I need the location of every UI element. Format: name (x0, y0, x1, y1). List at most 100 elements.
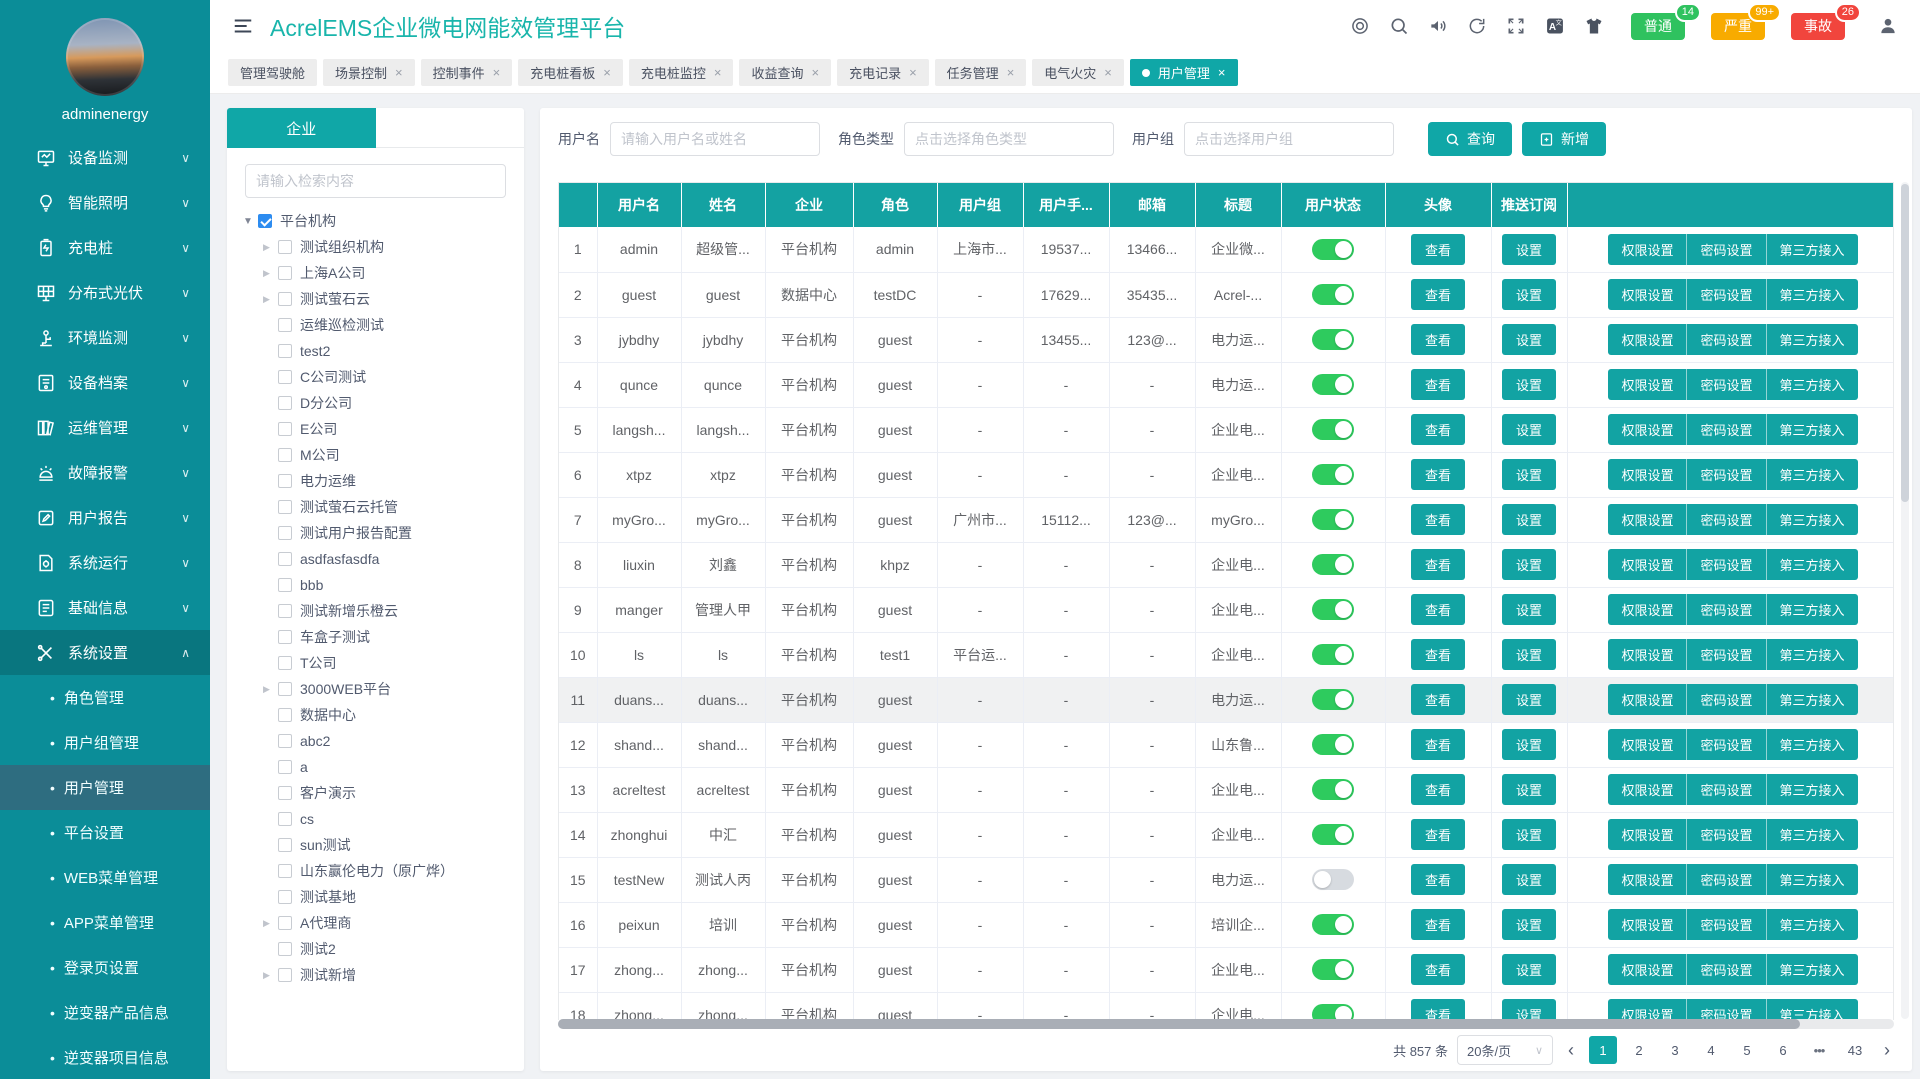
password-settings-button[interactable]: 密码设置 (1687, 954, 1766, 985)
checkbox[interactable] (278, 422, 292, 436)
tree-node-12[interactable]: asdfasfasdfa (263, 546, 524, 572)
checkbox[interactable] (278, 838, 292, 852)
sidebar-item-1[interactable]: 智能照明∨ (0, 180, 210, 225)
password-settings-button[interactable]: 密码设置 (1687, 594, 1766, 625)
permission-settings-button[interactable]: 权限设置 (1608, 414, 1687, 445)
target-icon[interactable] (1350, 16, 1370, 36)
tab-close-icon[interactable]: × (493, 65, 501, 80)
push-settings-button[interactable]: 设置 (1502, 774, 1556, 805)
permission-settings-button[interactable]: 权限设置 (1608, 459, 1687, 490)
tree-node-root[interactable]: ▼ 平台机构 (243, 208, 524, 234)
tab-enterprise[interactable]: 企业 (227, 108, 376, 148)
password-settings-button[interactable]: 密码设置 (1687, 459, 1766, 490)
user-status-toggle[interactable] (1312, 914, 1354, 935)
password-settings-button[interactable]: 密码设置 (1687, 684, 1766, 715)
checkbox[interactable] (278, 578, 292, 592)
tree-node-16[interactable]: T公司 (263, 650, 524, 676)
password-settings-button[interactable]: 密码设置 (1687, 369, 1766, 400)
checkbox[interactable] (278, 266, 292, 280)
sidebar-item-9[interactable]: 系统运行∨ (0, 540, 210, 585)
checkbox[interactable] (278, 734, 292, 748)
view-avatar-button[interactable]: 查看 (1411, 954, 1465, 985)
user-status-toggle[interactable] (1312, 599, 1354, 620)
tree-node-17[interactable]: ▶3000WEB平台 (263, 676, 524, 702)
page-5[interactable]: 5 (1733, 1036, 1761, 1064)
push-settings-button[interactable]: 设置 (1502, 279, 1556, 310)
push-settings-button[interactable]: 设置 (1502, 999, 1556, 1020)
add-button[interactable]: 新增 (1522, 122, 1606, 156)
tree-node-11[interactable]: 测试用户报告配置 (263, 520, 524, 546)
push-settings-button[interactable]: 设置 (1502, 369, 1556, 400)
tree-node-13[interactable]: bbb (263, 572, 524, 598)
view-avatar-button[interactable]: 查看 (1411, 414, 1465, 445)
user-status-toggle[interactable] (1312, 779, 1354, 800)
sidebar-subitem-8[interactable]: •逆变器项目信息 (0, 1035, 210, 1079)
view-avatar-button[interactable]: 查看 (1411, 234, 1465, 265)
third-party-access-button[interactable]: 第三方接入 (1767, 909, 1858, 940)
tree-node-22[interactable]: cs (263, 806, 524, 832)
permission-settings-button[interactable]: 权限设置 (1608, 594, 1687, 625)
sidebar-subitem-4[interactable]: •WEB菜单管理 (0, 855, 210, 900)
checkbox[interactable] (278, 344, 292, 358)
alarm-chip-normal[interactable]: 普通14 (1631, 13, 1685, 40)
view-avatar-button[interactable]: 查看 (1411, 774, 1465, 805)
view-avatar-button[interactable]: 查看 (1411, 594, 1465, 625)
tree-node-2[interactable]: ▶测试萤石云 (263, 286, 524, 312)
permission-settings-button[interactable]: 权限设置 (1608, 639, 1687, 670)
view-avatar-button[interactable]: 查看 (1411, 729, 1465, 760)
third-party-access-button[interactable]: 第三方接入 (1767, 864, 1858, 895)
permission-settings-button[interactable]: 权限设置 (1608, 864, 1687, 895)
user-status-toggle[interactable] (1312, 824, 1354, 845)
tab-6[interactable]: 充电记录× (837, 59, 929, 86)
tab-9[interactable]: 用户管理× (1130, 59, 1238, 86)
user-status-toggle[interactable] (1312, 644, 1354, 665)
sidebar-item-3[interactable]: 分布式光伏∨ (0, 270, 210, 315)
tab-close-icon[interactable]: × (811, 65, 819, 80)
sidebar-item-7[interactable]: 故障报警∨ (0, 450, 210, 495)
user-status-toggle[interactable] (1312, 419, 1354, 440)
third-party-access-button[interactable]: 第三方接入 (1767, 684, 1858, 715)
checkbox[interactable] (278, 474, 292, 488)
sidebar-subitem-6[interactable]: •登录页设置 (0, 945, 210, 990)
tab-2[interactable]: 控制事件× (421, 59, 513, 86)
third-party-access-button[interactable]: 第三方接入 (1767, 774, 1858, 805)
sidebar-item-0[interactable]: 设备监测∨ (0, 135, 210, 180)
tab-close-icon[interactable]: × (909, 65, 917, 80)
sidebar-subitem-7[interactable]: •逆变器产品信息 (0, 990, 210, 1035)
sidebar-item-8[interactable]: 用户报告∨ (0, 495, 210, 540)
user-status-toggle[interactable] (1312, 284, 1354, 305)
user-status-toggle[interactable] (1312, 239, 1354, 260)
third-party-access-button[interactable]: 第三方接入 (1767, 234, 1858, 265)
checkbox[interactable] (278, 552, 292, 566)
checkbox[interactable] (278, 786, 292, 800)
tab-close-icon[interactable]: × (395, 65, 403, 80)
tab-3[interactable]: 充电桩看板× (518, 59, 623, 86)
password-settings-button[interactable]: 密码设置 (1687, 864, 1766, 895)
sidebar-item-2[interactable]: 充电桩∨ (0, 225, 210, 270)
checkbox[interactable] (278, 760, 292, 774)
checkbox[interactable] (278, 968, 292, 982)
checkbox[interactable] (278, 864, 292, 878)
tab-close-icon[interactable]: × (1007, 65, 1015, 80)
tree-node-4[interactable]: test2 (263, 338, 524, 364)
permission-settings-button[interactable]: 权限设置 (1608, 999, 1687, 1020)
search-icon[interactable] (1389, 16, 1409, 36)
push-settings-button[interactable]: 设置 (1502, 504, 1556, 535)
password-settings-button[interactable]: 密码设置 (1687, 324, 1766, 355)
avatar[interactable] (66, 18, 144, 96)
refresh-icon[interactable] (1467, 16, 1487, 36)
user-status-toggle[interactable] (1312, 1004, 1354, 1020)
tree-node-21[interactable]: 客户演示 (263, 780, 524, 806)
view-avatar-button[interactable]: 查看 (1411, 369, 1465, 400)
tree-node-10[interactable]: 测试萤石云托管 (263, 494, 524, 520)
user-status-toggle[interactable] (1312, 329, 1354, 350)
third-party-access-button[interactable]: 第三方接入 (1767, 504, 1858, 535)
push-settings-button[interactable]: 设置 (1502, 909, 1556, 940)
password-settings-button[interactable]: 密码设置 (1687, 729, 1766, 760)
tree-node-9[interactable]: 电力运维 (263, 468, 524, 494)
permission-settings-button[interactable]: 权限设置 (1608, 684, 1687, 715)
password-settings-button[interactable]: 密码设置 (1687, 999, 1766, 1020)
page-6[interactable]: 6 (1769, 1036, 1797, 1064)
push-settings-button[interactable]: 设置 (1502, 639, 1556, 670)
third-party-access-button[interactable]: 第三方接入 (1767, 324, 1858, 355)
